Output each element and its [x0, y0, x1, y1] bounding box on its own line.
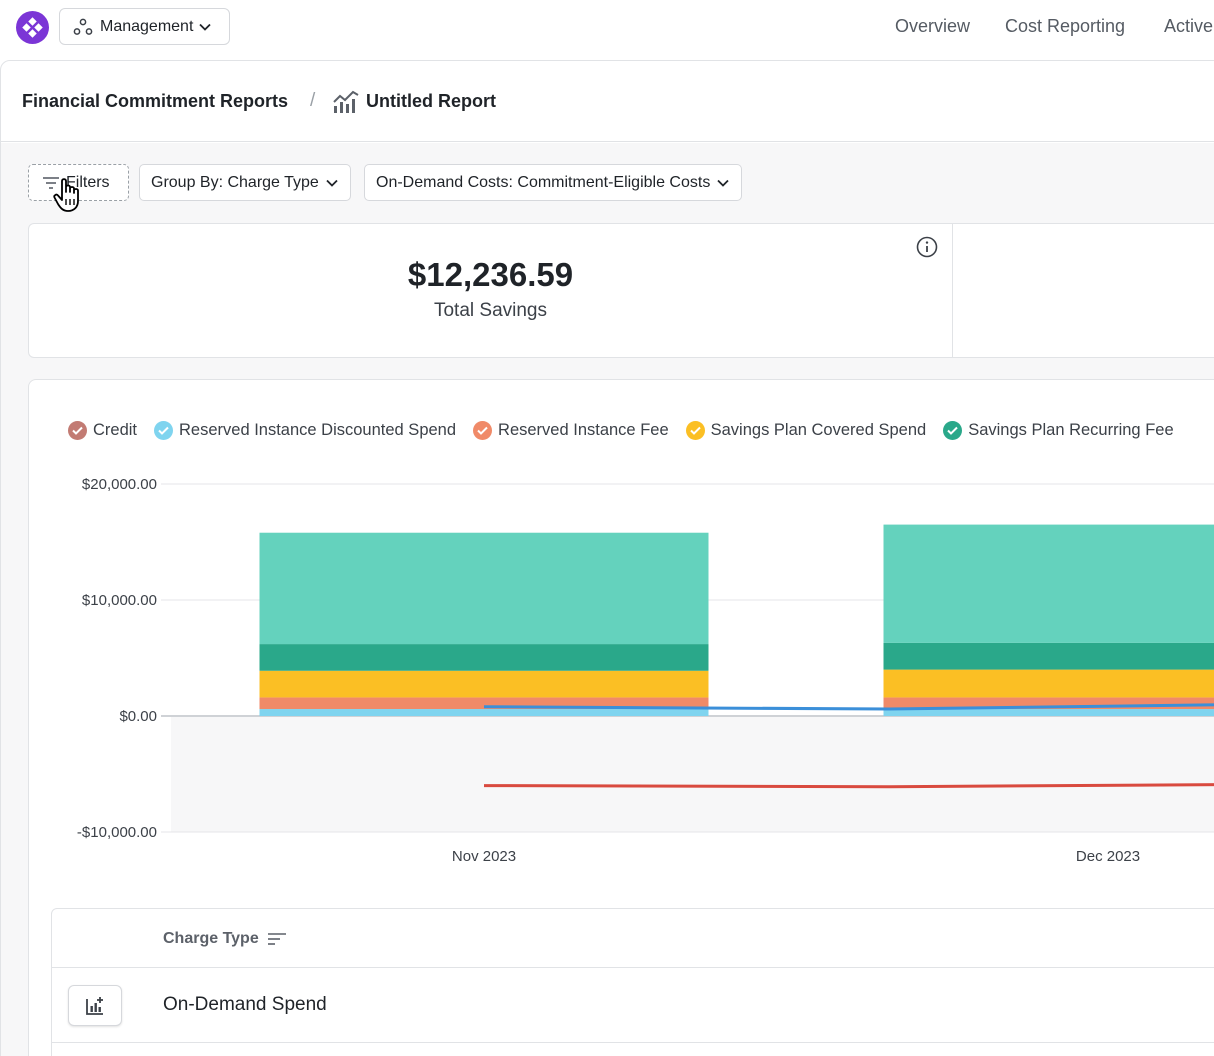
add-to-chart-button[interactable] [68, 985, 122, 1026]
breadcrumb: Financial Commitment Reports / Untitled … [1, 61, 1214, 142]
nav-overview[interactable]: Overview [895, 16, 970, 37]
bar-segment [259, 532, 709, 645]
nav-active[interactable]: Active [1164, 16, 1213, 37]
nav-cost-reporting[interactable]: Cost Reporting [1005, 16, 1125, 37]
legend-label: Savings Plan Covered Spend [710, 420, 927, 439]
table-header-row: Charge Type [52, 909, 1214, 968]
negative-zone [171, 716, 1214, 832]
charge-type-header[interactable]: Charge Type [163, 930, 287, 948]
charge-type-cell: On-Demand Spend [163, 994, 327, 1015]
total-savings-label: Total Savings [433, 300, 547, 321]
y-tick-label: $20,000.00 [82, 476, 157, 493]
y-tick-label: $10,000.00 [82, 592, 157, 609]
group-by-dropdown[interactable]: Group By: Charge Type [139, 164, 351, 201]
app-logo[interactable] [16, 11, 49, 44]
report-content: Filters Group By: Charge Type On-Demand … [1, 143, 1214, 1056]
total-savings-value: $12,236.59 [407, 256, 574, 293]
breadcrumb-separator: / [310, 90, 316, 111]
x-tick-label: Dec 2023 [1076, 848, 1140, 865]
legend-label: Reserved Instance Fee [498, 420, 669, 439]
bar-segment [259, 644, 709, 671]
legend-item[interactable]: Reserved Instance Discounted Spend [154, 420, 457, 440]
chevron-down-icon [199, 23, 212, 31]
legend-item[interactable]: Savings Plan Covered Spend [685, 420, 927, 440]
bar-segment [259, 709, 709, 716]
check-icon [473, 420, 493, 440]
bar-segment [883, 642, 1214, 670]
bar-segment [883, 524, 1214, 643]
legend-label: Savings Plan Recurring Fee [968, 420, 1174, 439]
page-title[interactable]: Untitled Report [366, 91, 496, 112]
report-chart-icon [333, 90, 359, 113]
bar-segment [259, 670, 709, 698]
stacked-bar-chart: $20,000.00 $10,000.00 $0.00 -$10,000.00 Nov … [77, 476, 1214, 865]
charge-type-header-label: Charge Type [163, 930, 259, 947]
sort-icon [267, 933, 286, 945]
bar-segment [883, 669, 1214, 698]
charge-type-table: Charge Type On-Demand Spend [51, 908, 1214, 1056]
legend-item[interactable]: Reserved Instance Fee [473, 420, 669, 440]
org-tree-icon [73, 18, 93, 35]
legend-item[interactable]: Savings Plan Recurring Fee [943, 420, 1174, 440]
table-row[interactable]: On-Demand Spend [52, 968, 1214, 1043]
check-icon [68, 420, 87, 440]
organization-selector-label: Management [100, 17, 194, 35]
on-demand-costs-label: On-Demand Costs: Commitment-Eligible Cos… [376, 173, 711, 191]
bar-segment [883, 709, 1214, 716]
x-tick-label: Nov 2023 [452, 848, 516, 865]
y-tick-label: -$10,000.00 [77, 824, 157, 841]
y-tick-label: $0.00 [119, 708, 157, 725]
info-icon[interactable] [916, 236, 938, 258]
chart-add-icon [86, 996, 103, 1015]
legend-label: Credit [93, 420, 138, 439]
legend-label: Reserved Instance Discounted Spend [179, 420, 457, 439]
breadcrumb-root[interactable]: Financial Commitment Reports [22, 91, 288, 112]
organization-selector[interactable]: Management [59, 8, 230, 45]
hand-cursor-icon [53, 178, 79, 212]
check-icon [943, 420, 963, 440]
summary-divider [952, 224, 953, 357]
group-by-label: Group By: Charge Type [151, 173, 319, 191]
on-demand-costs-dropdown[interactable]: On-Demand Costs: Commitment-Eligible Cos… [364, 164, 743, 201]
chevron-down-icon [326, 179, 338, 187]
summary-card: $12,236.59 Total Savings [28, 223, 1214, 358]
check-icon [154, 420, 174, 440]
logo-icon [22, 17, 43, 38]
report-panel: Financial Commitment Reports / Untitled … [0, 60, 1214, 1056]
chart-card: Credit Reserved Instance Discounted Spend… [28, 379, 1214, 1056]
check-icon [685, 420, 705, 440]
chevron-down-icon [717, 179, 729, 187]
chart-legend: Credit Reserved Instance Discounted Spend… [68, 418, 1191, 442]
legend-item[interactable]: Credit [68, 420, 138, 440]
top-navigation: Management Overview Cost Reporting Activ… [0, 0, 1214, 56]
